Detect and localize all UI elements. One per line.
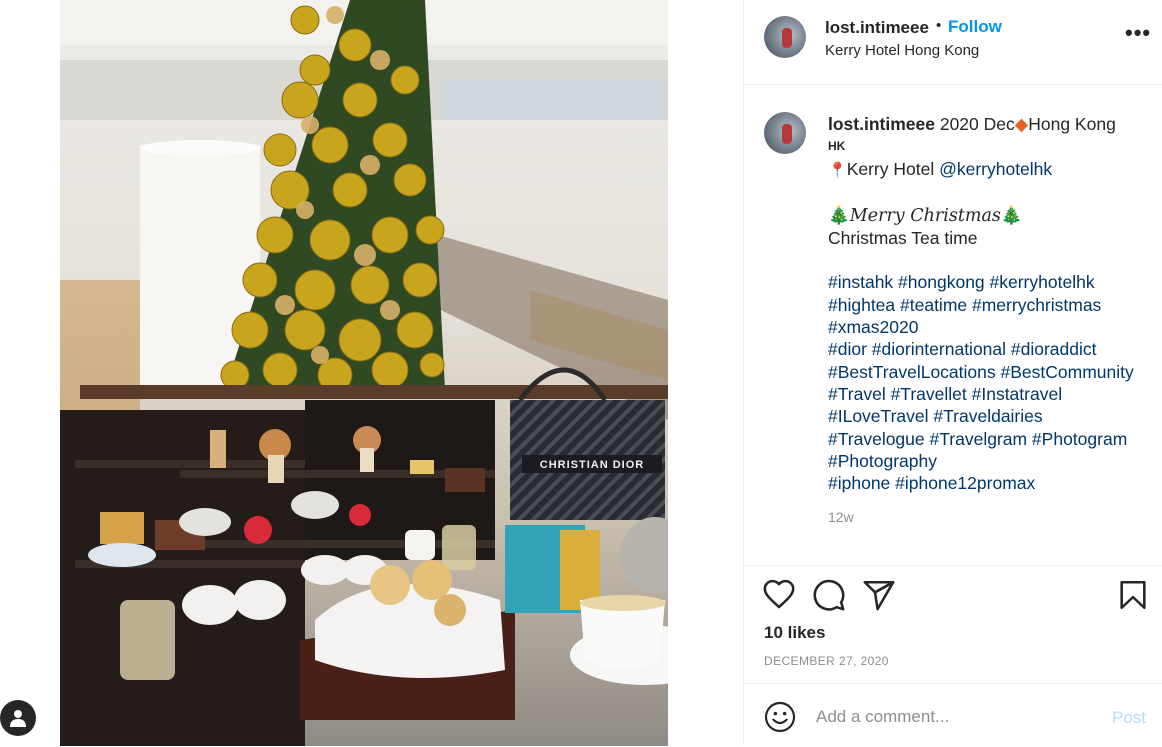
hashtag-line[interactable]: #Travelogue #Travelgram #Photogram	[828, 428, 1146, 450]
avatar[interactable]	[764, 16, 806, 58]
heart-icon[interactable]	[762, 578, 796, 612]
post-detail-panel: lost.intimeee • Follow Kerry Hotel Hong …	[743, 0, 1162, 746]
action-bar: 10 likes DECEMBER 27, 2020	[744, 565, 1162, 684]
post-header: lost.intimeee • Follow Kerry Hotel Hong …	[744, 0, 1162, 85]
post-photo[interactable]: CHRISTIAN DIOR	[60, 0, 668, 746]
hashtag-line[interactable]: #Travel #Travellet #Instatravel	[828, 383, 1146, 405]
caption-teatime: Christmas Tea time	[828, 228, 978, 249]
bag-label: CHRISTIAN DIOR	[540, 459, 644, 471]
smiley-icon[interactable]	[764, 701, 796, 733]
hashtag-line[interactable]: #instahk #hongkong #kerryhotelhk	[828, 271, 1146, 293]
caption-area: lost.intimeee 2020 Dec◆Hong Kong HK 📍Ker…	[744, 85, 1162, 565]
hashtag-line[interactable]: #ILoveTravel #Traveldairies	[828, 405, 1146, 427]
more-options-icon[interactable]: •••	[1125, 20, 1151, 46]
caption-hotel: Kerry Hotel	[846, 158, 940, 179]
caption-place: Hong Kong	[1028, 114, 1116, 134]
hashtag-line[interactable]: #xmas2020	[828, 316, 1146, 338]
pin-emoji-icon: 📍	[828, 161, 847, 179]
tree-emoji-icon: 🎄	[1000, 204, 1023, 225]
user-account-icon[interactable]	[0, 700, 36, 736]
hashtag-line[interactable]: #dior #diorinternational #dioraddict	[828, 338, 1146, 360]
tree-emoji-icon: 🎄	[828, 204, 850, 225]
caption-merry: Merry Christmas	[849, 205, 1001, 226]
comment-bubble-icon[interactable]	[812, 578, 846, 612]
post-date: DECEMBER 27, 2020	[764, 654, 889, 668]
caption-timestamp[interactable]: 12w	[828, 509, 854, 525]
caption-text: lost.intimeee 2020 Dec◆Hong Kong HK 📍Ker…	[828, 113, 1146, 494]
comment-bar: Post	[744, 683, 1162, 747]
follow-button[interactable]: Follow	[948, 17, 1002, 37]
bookmark-icon[interactable]	[1116, 578, 1150, 612]
separator-dot: •	[936, 17, 942, 34]
hashtag-line[interactable]: #BestTravelLocations #BestCommunity	[828, 361, 1146, 383]
diamond-emoji-icon: ◆	[1014, 114, 1029, 134]
person-icon	[10, 710, 26, 727]
hashtag-line[interactable]: #hightea #teatime #merrychristmas	[828, 294, 1146, 316]
header-username[interactable]: lost.intimeee	[825, 18, 929, 38]
caption-username[interactable]: lost.intimeee	[828, 114, 935, 134]
hashtag-line[interactable]: #iphone #iphone12promax	[828, 472, 1146, 494]
caption-avatar[interactable]	[764, 112, 806, 154]
post-comment-button[interactable]: Post	[1112, 708, 1146, 728]
caption-place-small: HK	[828, 139, 846, 154]
likes-count[interactable]: 10 likes	[764, 623, 825, 643]
comment-input[interactable]	[814, 698, 1088, 736]
hashtag-line[interactable]: #Photography	[828, 450, 1146, 472]
caption-date: 2020 Dec	[934, 114, 1015, 134]
photo-illustration: CHRISTIAN DIOR	[60, 0, 668, 746]
paper-plane-icon[interactable]	[862, 578, 896, 612]
mention-link[interactable]: @kerryhotelhk	[939, 159, 1052, 179]
location-link[interactable]: Kerry Hotel Hong Kong	[825, 42, 979, 59]
